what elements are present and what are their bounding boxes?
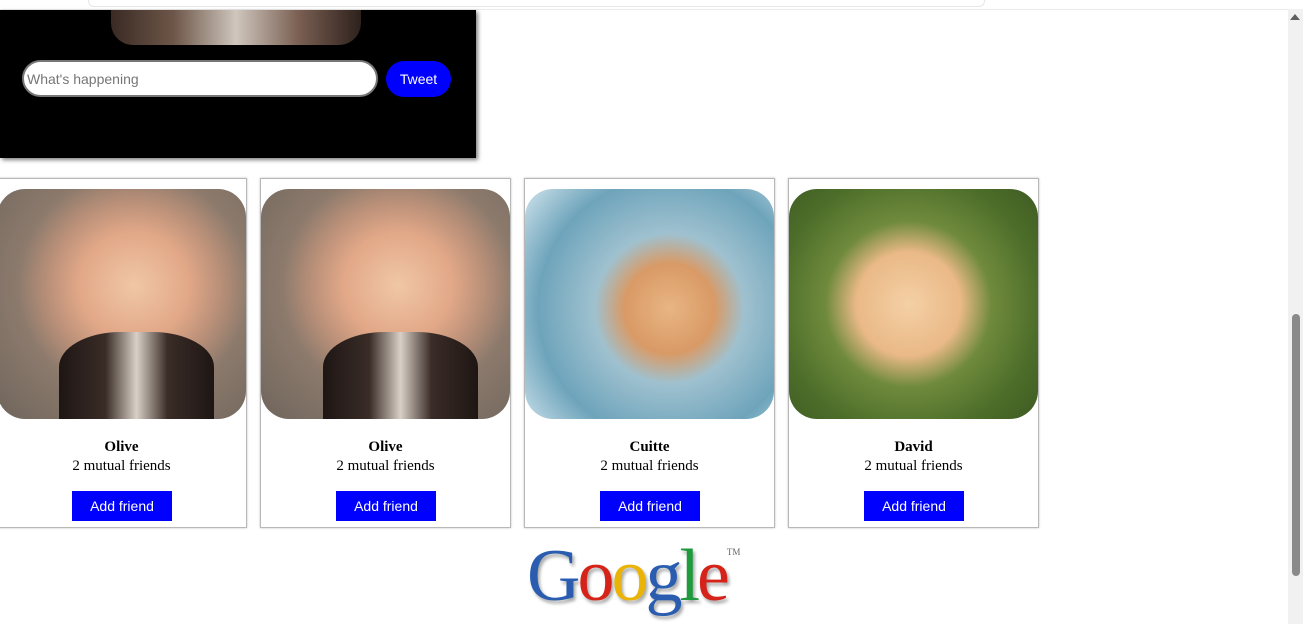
- logo-letter: g: [645, 535, 682, 617]
- tweet-composer-panel: Tweet: [0, 10, 476, 158]
- tweet-button[interactable]: Tweet: [386, 61, 451, 97]
- friend-photo: [0, 189, 246, 419]
- add-friend-button[interactable]: Add friend: [336, 491, 436, 521]
- friend-photo: [261, 189, 510, 419]
- friend-name: Olive: [368, 439, 403, 455]
- google-logo: GoogleTM: [527, 528, 757, 624]
- friend-photo: [789, 189, 1038, 419]
- logo-letter: o: [577, 535, 614, 617]
- profile-photo: [111, 10, 361, 45]
- add-friend-button[interactable]: Add friend: [864, 491, 964, 521]
- mutual-friends-count: 2 mutual friends: [600, 458, 699, 474]
- friend-photo: [525, 189, 774, 419]
- friend-card: David 2 mutual friends Add friend: [788, 178, 1039, 528]
- trademark-mark: TM: [726, 547, 741, 557]
- logo-letter: o: [611, 535, 648, 617]
- scrollbar-thumb[interactable]: [1292, 314, 1300, 576]
- browser-top-strip: [88, 0, 985, 7]
- friend-name: David: [894, 439, 933, 455]
- add-friend-button[interactable]: Add friend: [72, 491, 172, 521]
- logo-letter: G: [527, 535, 580, 617]
- friend-card: Olive 2 mutual friends Add friend: [260, 178, 511, 528]
- logo-letter: e: [697, 535, 730, 617]
- friend-name: Cuitte: [629, 439, 670, 455]
- friend-card: Olive 2 mutual friends Add friend: [0, 178, 247, 528]
- logo-letter: l: [679, 535, 699, 617]
- add-friend-button[interactable]: Add friend: [600, 491, 700, 521]
- friend-name: Olive: [104, 439, 139, 455]
- friend-card: Cuitte 2 mutual friends Add friend: [524, 178, 775, 528]
- mutual-friends-count: 2 mutual friends: [336, 458, 435, 474]
- scroll-up-arrow-icon[interactable]: [1290, 14, 1300, 20]
- mutual-friends-count: 2 mutual friends: [72, 458, 171, 474]
- mutual-friends-count: 2 mutual friends: [864, 458, 963, 474]
- tweet-input[interactable]: [22, 60, 378, 97]
